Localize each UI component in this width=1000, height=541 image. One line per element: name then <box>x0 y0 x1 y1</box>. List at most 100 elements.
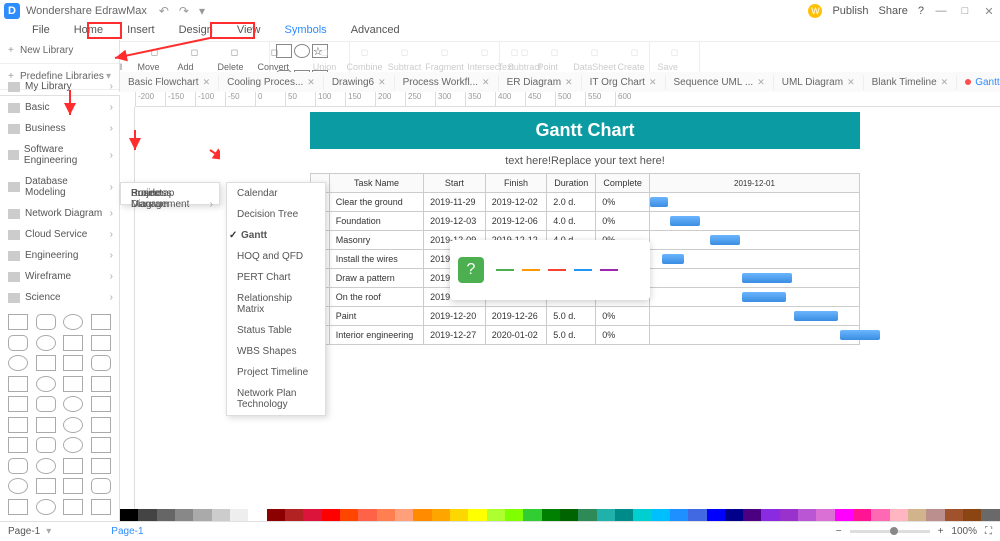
gantt-bar-cell[interactable] <box>650 193 860 212</box>
doc-tab[interactable]: Basic Flowchart✕ <box>120 75 219 90</box>
palette-shape[interactable] <box>36 437 56 453</box>
table-row[interactable]: 2Foundation2019-12-032019-12-064.0 d.0% <box>311 212 860 231</box>
color-swatch[interactable] <box>248 509 266 521</box>
palette-shape[interactable] <box>91 437 111 453</box>
submenu-item[interactable]: WBS Shapes <box>227 341 325 362</box>
color-swatch[interactable] <box>780 509 798 521</box>
redo-icon[interactable]: ↷ <box>179 4 189 18</box>
gantt-bar[interactable] <box>650 197 668 207</box>
palette-shape[interactable] <box>36 478 56 494</box>
maximize-icon[interactable]: □ <box>958 5 972 17</box>
menu-view[interactable]: View <box>225 22 273 41</box>
menu-file[interactable]: File <box>20 22 62 41</box>
color-swatch[interactable] <box>212 509 230 521</box>
palette-shape[interactable] <box>63 478 83 494</box>
color-swatch[interactable] <box>230 509 248 521</box>
color-swatch[interactable] <box>670 509 688 521</box>
lib-business[interactable]: Business <box>0 118 119 139</box>
color-swatch[interactable] <box>926 509 944 521</box>
palette-shape[interactable] <box>91 499 111 515</box>
color-swatch[interactable] <box>853 509 871 521</box>
color-swatch[interactable] <box>871 509 889 521</box>
menu-home[interactable]: Home <box>62 22 115 41</box>
help-popup[interactable]: ? <box>450 240 650 300</box>
color-swatch[interactable] <box>945 509 963 521</box>
submenu-item[interactable]: Calendar <box>227 183 325 204</box>
color-swatch[interactable] <box>523 509 541 521</box>
tab-close-icon[interactable]: ✕ <box>941 77 949 88</box>
menu-symbols[interactable]: Symbols <box>273 22 339 41</box>
tab-close-icon[interactable]: ✕ <box>565 77 573 88</box>
gantt-bar[interactable] <box>710 235 740 245</box>
tab-close-icon[interactable]: ✕ <box>203 77 211 88</box>
gantt-bar-cell[interactable] <box>650 250 860 269</box>
page-tab[interactable]: Page-1 <box>111 526 143 537</box>
color-swatch[interactable] <box>835 509 853 521</box>
palette-shape[interactable] <box>36 458 56 474</box>
color-swatch[interactable] <box>432 509 450 521</box>
palette-shape[interactable] <box>8 499 28 515</box>
color-swatch[interactable] <box>505 509 523 521</box>
doc-tab[interactable]: UML Diagram✕ <box>774 75 864 90</box>
table-row[interactable]: 8Interior engineering2019-12-272020-01-0… <box>311 326 860 345</box>
doc-tab[interactable]: Gantt Chart✕ <box>957 75 1000 90</box>
swatch[interactable] <box>522 269 540 271</box>
minimize-icon[interactable]: — <box>934 5 948 17</box>
color-swatch[interactable] <box>450 509 468 521</box>
lib-science[interactable]: Science <box>0 287 119 308</box>
color-swatch[interactable] <box>487 509 505 521</box>
lib-database-modeling[interactable]: Database Modeling <box>0 171 119 203</box>
palette-shape[interactable] <box>63 314 83 330</box>
tab-close-icon[interactable]: ✕ <box>649 77 657 88</box>
color-swatch[interactable] <box>908 509 926 521</box>
palette-shape[interactable] <box>36 335 56 351</box>
swatch[interactable] <box>574 269 592 271</box>
help-icon[interactable]: ? <box>918 5 924 17</box>
lib-network-diagram[interactable]: Network Diagram <box>0 203 119 224</box>
page-menu-icon[interactable]: ▾ <box>46 526 51 537</box>
submenu-item[interactable]: HOQ and QFD <box>227 246 325 267</box>
palette-shape[interactable] <box>36 355 56 371</box>
palette-shape[interactable] <box>36 417 56 433</box>
doc-tab[interactable]: Sequence UML ...✕ <box>666 75 774 90</box>
palette-shape[interactable] <box>91 417 111 433</box>
palette-shape[interactable] <box>8 417 28 433</box>
palette-shape[interactable] <box>36 499 56 515</box>
share-button[interactable]: Share <box>879 5 908 17</box>
page-indicator[interactable]: Page-1 <box>8 526 40 537</box>
color-swatch[interactable] <box>377 509 395 521</box>
doc-tab[interactable]: Blank Timeline✕ <box>864 75 958 90</box>
submenu-item[interactable]: Decision Tree <box>227 204 325 225</box>
color-swatch[interactable] <box>597 509 615 521</box>
palette-shape[interactable] <box>63 335 83 351</box>
swatch[interactable] <box>496 269 514 271</box>
table-row[interactable]: 1Clear the ground2019-11-292019-12-022.0… <box>311 193 860 212</box>
qat-dropdown-icon[interactable]: ▾ <box>199 4 205 18</box>
palette-shape[interactable] <box>91 478 111 494</box>
color-swatch[interactable] <box>743 509 761 521</box>
palette-shape[interactable] <box>63 417 83 433</box>
color-swatch[interactable] <box>468 509 486 521</box>
palette-shape[interactable] <box>8 376 28 392</box>
color-swatch[interactable] <box>322 509 340 521</box>
doc-tab[interactable]: IT Org Chart✕ <box>582 75 666 90</box>
palette-shape[interactable] <box>63 499 83 515</box>
lib-wireframe[interactable]: Wireframe <box>0 266 119 287</box>
tab-close-icon[interactable]: ✕ <box>482 77 490 88</box>
zoom-out-icon[interactable]: − <box>836 526 842 537</box>
color-swatch[interactable] <box>652 509 670 521</box>
doc-tab[interactable]: Process Workfl...✕ <box>395 75 499 90</box>
menu-advanced[interactable]: Advanced <box>339 22 412 41</box>
doc-tab[interactable]: Cooling Proces...✕ <box>219 75 324 90</box>
publish-button[interactable]: Publish <box>832 5 868 17</box>
palette-shape[interactable] <box>63 437 83 453</box>
chart-title[interactable]: Gantt Chart <box>310 112 860 149</box>
tab-close-icon[interactable]: ✕ <box>378 77 386 88</box>
color-swatch[interactable] <box>816 509 834 521</box>
submenu-item[interactable]: PERT Chart <box>227 267 325 288</box>
zoom-value[interactable]: 100% <box>951 526 977 537</box>
color-swatch[interactable] <box>725 509 743 521</box>
tab-close-icon[interactable]: ✕ <box>757 77 765 88</box>
color-swatch[interactable] <box>633 509 651 521</box>
palette-shape[interactable] <box>91 458 111 474</box>
